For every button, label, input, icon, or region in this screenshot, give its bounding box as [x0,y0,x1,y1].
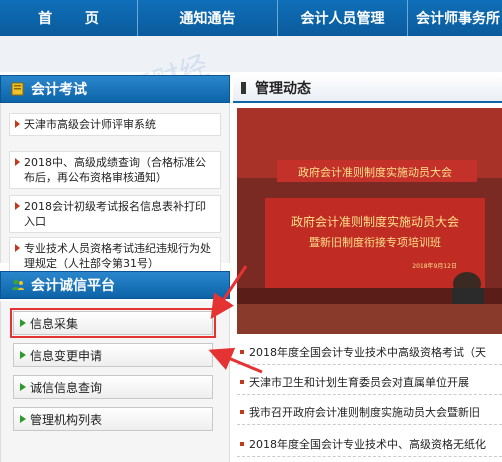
meeting-photo[interactable]: 政府会计准则制度实施动员大会 政府会计准则制度实施动员大会 暨新旧制度衔接专项培… [237,108,502,334]
nav-notice[interactable]: 通知通告 [138,0,278,36]
news-item[interactable]: 天津市卫生和计划生育委员会对直属单位开展 [237,369,502,395]
photo-banner-line-2: 暨新旧制度衔接专项培训班 [309,235,441,249]
credit-list: 信息采集 信息变更申请 诚信信息查询 管理机构列表 [0,301,230,462]
exam-item-violation-rules[interactable]: 专业技术人员资格考试违纪违规行为处理规定（人社部令第31号） [9,237,221,275]
sub-header-bar [0,36,502,72]
news-section-title: 管理动态 [255,81,311,97]
photo-banner-top: 政府会计准则制度实施动员大会 [298,165,452,179]
credit-item-label: 管理机构列表 [30,412,103,427]
arrow-bullet-icon [15,158,20,166]
top-nav: 首 页 通知通告 会计人员管理 会计师事务所 [0,0,502,36]
credit-item-label: 信息变更申请 [30,348,103,363]
bullet-icon [240,442,244,446]
news-item-title: 我市召开政府会计准则制度实施动员大会暨新旧 [249,405,480,419]
arrow-bullet-icon [15,202,20,210]
exam-item-score-query[interactable]: 2018中、高级成绩查询（合格标准公布后，再公布资格审核通知） [9,151,221,189]
credit-section-header: 会计诚信平台 [0,271,230,299]
exam-item-reprint-entry[interactable]: 2018会计初级考试报名信息表补打印入口 [9,195,221,233]
play-icon [20,383,26,391]
left-column: 会计考试 天津市高级会计师评审系统 2018中、高级成绩查询（合格标准公布后，再… [0,75,230,462]
photo-banner-date: 2018年9月12日 [412,262,457,270]
news-item[interactable]: 2018年度全国会计专业技术中、高级资格无纸化 [237,431,502,457]
exam-item-label: 天津市高级会计师评审系统 [24,118,156,131]
play-icon [20,351,26,359]
news-item[interactable]: 2018年度全国会计专业技术中高级资格考试（天 [237,339,502,365]
news-section-header: 管理动态 [233,75,502,103]
info-collection-button[interactable]: 信息采集 [10,308,216,338]
exam-item-label: 2018中、高级成绩查询（合格标准公布后，再公布资格审核通知） [24,156,206,184]
marker-icon [239,81,249,95]
arrow-bullet-icon [15,244,20,252]
right-column: 管理动态 政府会计准则制度实施动员大会 政府会计准则制度实施动员大会 暨新旧制度… [233,75,502,462]
bullet-icon [240,380,244,384]
book-icon [11,82,25,96]
play-icon [20,319,26,327]
news-item-title: 天津市卫生和计划生育委员会对直属单位开展 [249,375,469,389]
info-change-request-button[interactable]: 信息变更申请 [13,343,213,367]
credit-item-label: 信息采集 [30,316,79,331]
news-item[interactable]: 我市召开政府会计准则制度实施动员大会暨新旧 [237,399,502,425]
exam-item-label: 专业技术人员资格考试违纪违规行为处理规定（人社部令第31号） [24,242,211,270]
credit-section-title: 会计诚信平台 [31,278,115,294]
photo-banner-line-1: 政府会计准则制度实施动员大会 [291,214,459,229]
exam-list: 天津市高级会计师评审系统 2018中、高级成绩查询（合格标准公布后，再公布资格审… [0,103,230,275]
users-icon [11,278,25,292]
nav-home[interactable]: 首 页 [0,0,138,36]
news-item-title: 2018年度全国会计专业技术中高级资格考试（天 [249,345,486,359]
news-item-title: 2018年度全国会计专业技术中、高级资格无纸化 [249,437,486,451]
credit-item-label: 诚信信息查询 [30,380,103,395]
bullet-icon [240,410,244,414]
play-icon [20,415,26,423]
arrow-bullet-icon [15,120,20,128]
agency-list-button[interactable]: 管理机构列表 [13,407,213,431]
nav-accountant-management[interactable]: 会计人员管理 [278,0,408,36]
nav-accounting-firm[interactable]: 会计师事务所 [408,0,502,36]
exam-section-title: 会计考试 [31,82,87,98]
exam-item-label: 2018会计初级考试报名信息表补打印入口 [24,200,206,228]
exam-item-review-system[interactable]: 天津市高级会计师评审系统 [9,113,221,136]
bullet-icon [240,350,244,354]
credit-info-query-button[interactable]: 诚信信息查询 [13,375,213,399]
exam-section-header: 会计考试 [0,75,230,103]
